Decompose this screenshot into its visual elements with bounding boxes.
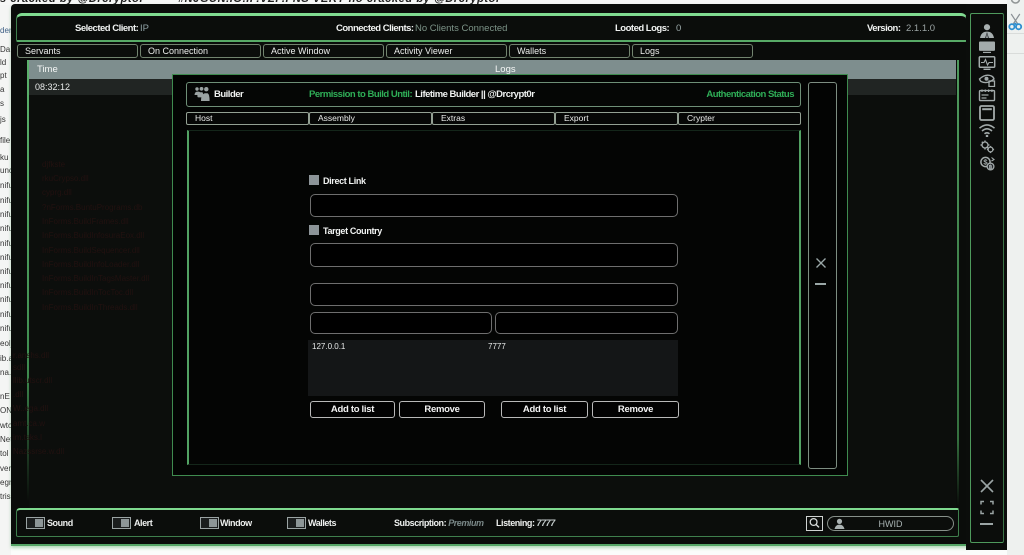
svg-text:฿: ฿ bbox=[988, 164, 992, 171]
